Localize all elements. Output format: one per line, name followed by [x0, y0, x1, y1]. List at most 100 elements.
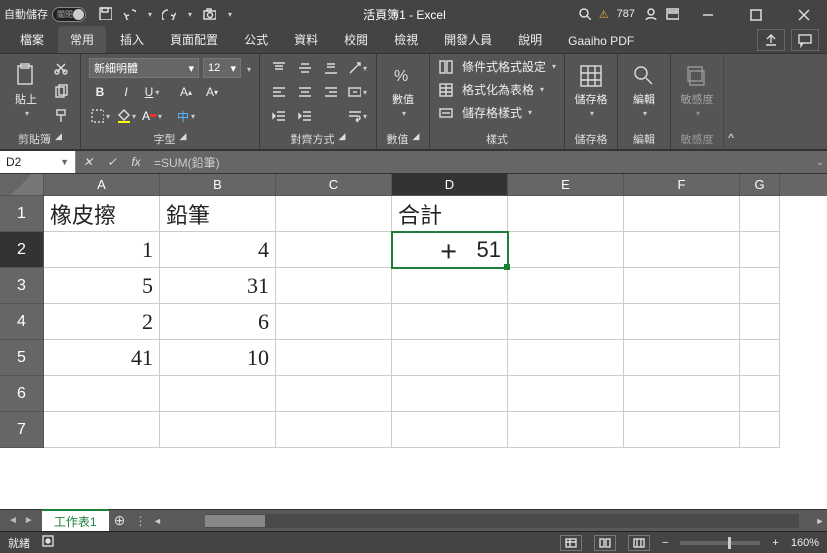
cut-icon[interactable] — [50, 58, 72, 78]
cell-A3[interactable]: 5 — [44, 268, 160, 304]
tab-data[interactable]: 資料 — [282, 26, 330, 53]
shrink-font-icon[interactable]: A▾ — [201, 82, 223, 102]
row-header-3[interactable]: 3 — [0, 268, 44, 304]
number-format-button[interactable]: % 數值 — [385, 58, 421, 122]
tab-formulas[interactable]: 公式 — [232, 26, 280, 53]
ribbon-display-icon[interactable] — [665, 6, 679, 23]
tab-layout[interactable]: 頁面配置 — [158, 26, 230, 53]
enter-formula-icon[interactable]: ✓ — [100, 155, 124, 169]
font-name-combo[interactable]: 新細明體▾ — [89, 58, 199, 78]
cell-E3[interactable] — [508, 268, 624, 304]
fill-color-button[interactable] — [115, 106, 137, 126]
sheet-nav-next-icon[interactable]: ► — [24, 515, 34, 526]
cell-B2[interactable]: 4 — [160, 232, 276, 268]
italic-button[interactable]: I — [115, 82, 137, 102]
page-break-view-icon[interactable] — [628, 535, 650, 551]
cell-A5[interactable]: 41 — [44, 340, 160, 376]
search-icon[interactable] — [577, 6, 591, 23]
cell-G6[interactable] — [740, 376, 780, 412]
qat-customize-icon[interactable] — [226, 8, 232, 20]
comments-button[interactable] — [791, 29, 819, 51]
row-header-1[interactable]: 1 — [0, 196, 44, 232]
redo-icon[interactable] — [162, 6, 176, 23]
cell-C4[interactable] — [276, 304, 392, 340]
cell-styles-button[interactable]: 儲存格樣式 — [438, 104, 556, 121]
decrease-indent-icon[interactable] — [268, 106, 290, 126]
cell-F3[interactable] — [624, 268, 740, 304]
grow-font-icon[interactable]: A▴ — [175, 82, 197, 102]
tab-developer[interactable]: 開發人員 — [432, 26, 504, 53]
align-center-icon[interactable] — [294, 82, 316, 102]
cell-D5[interactable] — [392, 340, 508, 376]
cell-C1[interactable] — [276, 196, 392, 232]
col-header-A[interactable]: A — [44, 174, 160, 196]
wrap-text-icon[interactable] — [346, 106, 368, 126]
cell-A1[interactable]: 橡皮擦 — [44, 196, 160, 232]
cell-D2[interactable]: 51 — [392, 232, 508, 268]
hscroll-thumb[interactable] — [205, 515, 265, 527]
clipboard-launcher-icon[interactable]: ◢ — [55, 131, 62, 147]
cell-E4[interactable] — [508, 304, 624, 340]
align-right-icon[interactable] — [320, 82, 342, 102]
align-launcher-icon[interactable]: ◢ — [339, 131, 346, 147]
cell-F2[interactable] — [624, 232, 740, 268]
align-bottom-icon[interactable] — [320, 58, 342, 78]
col-header-E[interactable]: E — [508, 174, 624, 196]
save-icon[interactable] — [98, 6, 112, 23]
row-header-5[interactable]: 5 — [0, 340, 44, 376]
minimize-button[interactable] — [687, 0, 727, 28]
cell-G2[interactable] — [740, 232, 780, 268]
warning-icon[interactable]: ⚠ — [599, 8, 609, 21]
cell-C2[interactable] — [276, 232, 392, 268]
close-button[interactable] — [783, 0, 823, 28]
zoom-slider[interactable] — [680, 541, 760, 545]
fx-icon[interactable]: fx — [124, 155, 148, 169]
copy-icon[interactable] — [50, 82, 72, 102]
cell-A4[interactable]: 2 — [44, 304, 160, 340]
cell-C6[interactable] — [276, 376, 392, 412]
borders-button[interactable] — [89, 106, 111, 126]
cells-button[interactable]: 儲存格 — [573, 58, 609, 122]
toggle-off-icon[interactable]: 關閉 — [52, 7, 86, 22]
sheet-tab-split-icon[interactable]: ⋮ — [131, 514, 151, 528]
sheet-tab-1[interactable]: 工作表1 — [42, 509, 109, 532]
row-header-2[interactable]: 2 — [0, 232, 44, 268]
zoom-out-button[interactable]: − — [662, 537, 668, 549]
cell-E2[interactable] — [508, 232, 624, 268]
zoom-level[interactable]: 160% — [791, 537, 819, 549]
tab-review[interactable]: 校閱 — [332, 26, 380, 53]
cell-D3[interactable] — [392, 268, 508, 304]
tab-insert[interactable]: 插入 — [108, 26, 156, 53]
font-launcher-icon[interactable]: ◢ — [180, 131, 187, 147]
macro-record-icon[interactable] — [42, 535, 54, 550]
format-as-table-button[interactable]: 格式化為表格 — [438, 81, 556, 98]
hscroll-left-icon[interactable]: ◄ — [151, 516, 165, 526]
merge-button[interactable] — [346, 82, 368, 102]
col-header-C[interactable]: C — [276, 174, 392, 196]
phonetic-button[interactable]: 中 — [175, 106, 197, 126]
cell-G5[interactable] — [740, 340, 780, 376]
col-header-B[interactable]: B — [160, 174, 276, 196]
row-header-7[interactable]: 7 — [0, 412, 44, 448]
cell-G7[interactable] — [740, 412, 780, 448]
cell-G3[interactable] — [740, 268, 780, 304]
cell-B1[interactable]: 鉛筆 — [160, 196, 276, 232]
undo-more-icon[interactable] — [146, 8, 152, 20]
formula-input[interactable]: =SUM(鉛筆) — [148, 151, 813, 173]
cell-B4[interactable]: 6 — [160, 304, 276, 340]
cell-E6[interactable] — [508, 376, 624, 412]
spreadsheet-grid[interactable]: A B C D E F G 1 橡皮擦 鉛筆 合計 2 1 4 51 3 5 3… — [0, 174, 827, 509]
cancel-formula-icon[interactable]: ✕ — [76, 155, 100, 169]
cell-C5[interactable] — [276, 340, 392, 376]
cell-D6[interactable] — [392, 376, 508, 412]
share-button[interactable] — [757, 29, 785, 51]
cell-F5[interactable] — [624, 340, 740, 376]
tab-file[interactable]: 檔案 — [8, 26, 56, 53]
font-size-more-icon[interactable] — [245, 61, 251, 75]
cell-G4[interactable] — [740, 304, 780, 340]
new-sheet-button[interactable]: ⊕ — [109, 512, 131, 529]
cell-F1[interactable] — [624, 196, 740, 232]
cell-D4[interactable] — [392, 304, 508, 340]
camera-icon[interactable] — [202, 6, 216, 23]
cell-B3[interactable]: 31 — [160, 268, 276, 304]
